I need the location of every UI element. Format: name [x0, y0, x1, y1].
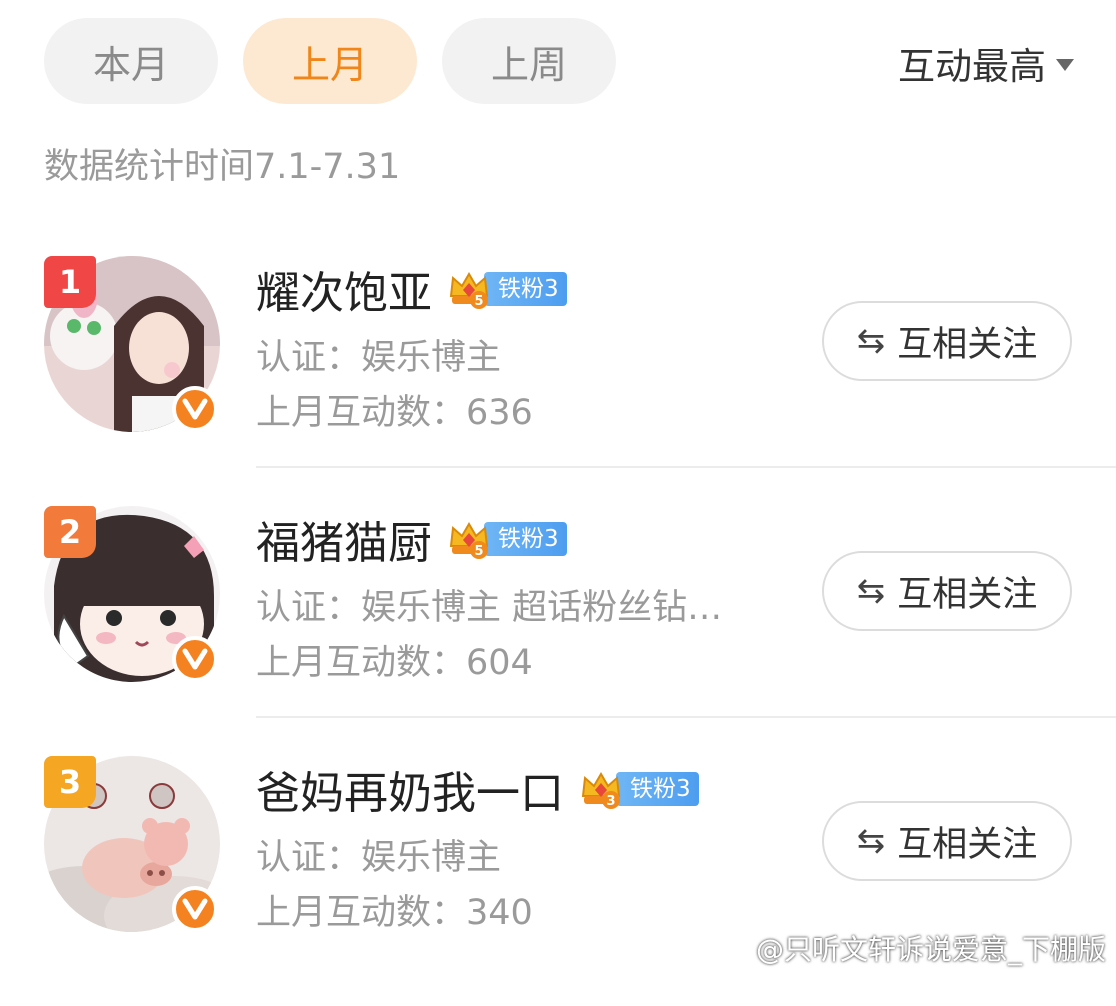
swap-arrows-icon: ⇆ — [856, 571, 886, 611]
svg-text:5: 5 — [474, 544, 483, 559]
crown-level-icon: 5 — [446, 266, 492, 312]
watermark-text: @只听文轩诉说爱意_下棚版 — [755, 933, 1106, 966]
verified-v-icon — [172, 886, 218, 932]
tab-this-month[interactable]: 本月 — [44, 18, 218, 104]
divider — [256, 716, 1116, 718]
follow-button-label: 互相关注 — [897, 824, 1038, 865]
tab-last-week[interactable]: 上周 — [442, 18, 616, 104]
mutual-follow-button[interactable]: ⇆ 互相关注 — [822, 551, 1072, 631]
user-name[interactable]: 耀次饱亚 — [256, 257, 432, 321]
user-name[interactable]: 爸妈再奶我一口 — [256, 757, 564, 821]
crown-level-icon: 5 — [446, 516, 492, 562]
swap-arrows-icon: ⇆ — [856, 821, 886, 861]
divider — [256, 466, 1116, 468]
interaction-count-text: 上月互动数：340 — [256, 893, 533, 933]
weibo-logo-icon — [716, 935, 749, 962]
list-item[interactable]: 3 爸妈再奶我一口 3 铁粉3 认证：娱乐博主 上月互动数：340 ⇆ 互相关注 — [0, 756, 1116, 1006]
interaction-count-text: 上月互动数：636 — [256, 393, 533, 433]
svg-text:5: 5 — [474, 294, 483, 309]
svg-text:3: 3 — [606, 794, 615, 809]
rank-badge: 2 — [44, 506, 96, 558]
swap-arrows-icon: ⇆ — [856, 321, 886, 361]
sort-dropdown[interactable]: 互动最高 — [898, 36, 1074, 90]
fan-badge[interactable]: 5 铁粉3 — [446, 519, 567, 559]
avatar[interactable]: 2 — [44, 506, 220, 682]
fan-badge-label: 铁粉3 — [616, 772, 699, 806]
crown-level-icon: 3 — [578, 766, 624, 812]
fan-badge-label: 铁粉3 — [484, 272, 567, 306]
verified-v-icon — [172, 386, 218, 432]
list-item[interactable]: 1 耀次饱亚 5 铁粉3 认证：娱乐博主 上月互动数：636 ⇆ 互相关注 — [0, 256, 1116, 506]
certification-text: 认证：娱乐博主 — [256, 338, 502, 378]
watermark: @只听文轩诉说爱意_下棚版 — [716, 928, 1106, 968]
rank-badge: 1 — [44, 256, 96, 308]
certification-text: 认证：娱乐博主 — [256, 838, 502, 878]
fan-badge[interactable]: 3 铁粉3 — [578, 769, 699, 809]
certification-text: 认证：娱乐博主 超话粉丝钻… — [256, 588, 723, 628]
mutual-follow-button[interactable]: ⇆ 互相关注 — [822, 301, 1072, 381]
avatar[interactable]: 3 — [44, 756, 220, 932]
avatar[interactable]: 1 — [44, 256, 220, 432]
follow-button-label: 互相关注 — [897, 574, 1038, 615]
follow-button-label: 互相关注 — [897, 324, 1038, 365]
interaction-count-text: 上月互动数：604 — [256, 643, 533, 683]
fan-badge[interactable]: 5 铁粉3 — [446, 269, 567, 309]
caret-down-icon — [1056, 59, 1074, 71]
tab-last-month[interactable]: 上月 — [243, 18, 417, 104]
stat-period-text: 数据统计时间7.1-7.31 — [44, 147, 401, 187]
mutual-follow-button[interactable]: ⇆ 互相关注 — [822, 801, 1072, 881]
rank-badge: 3 — [44, 756, 96, 808]
list-item[interactable]: 2 福猪猫厨 5 铁粉3 认证：娱乐博主 超话粉丝钻… 上月互动数：604 ⇆ … — [0, 506, 1116, 756]
sort-dropdown-label: 互动最高 — [898, 45, 1046, 88]
fan-badge-label: 铁粉3 — [484, 522, 567, 556]
user-name[interactable]: 福猪猫厨 — [256, 507, 432, 571]
verified-v-icon — [172, 636, 218, 682]
